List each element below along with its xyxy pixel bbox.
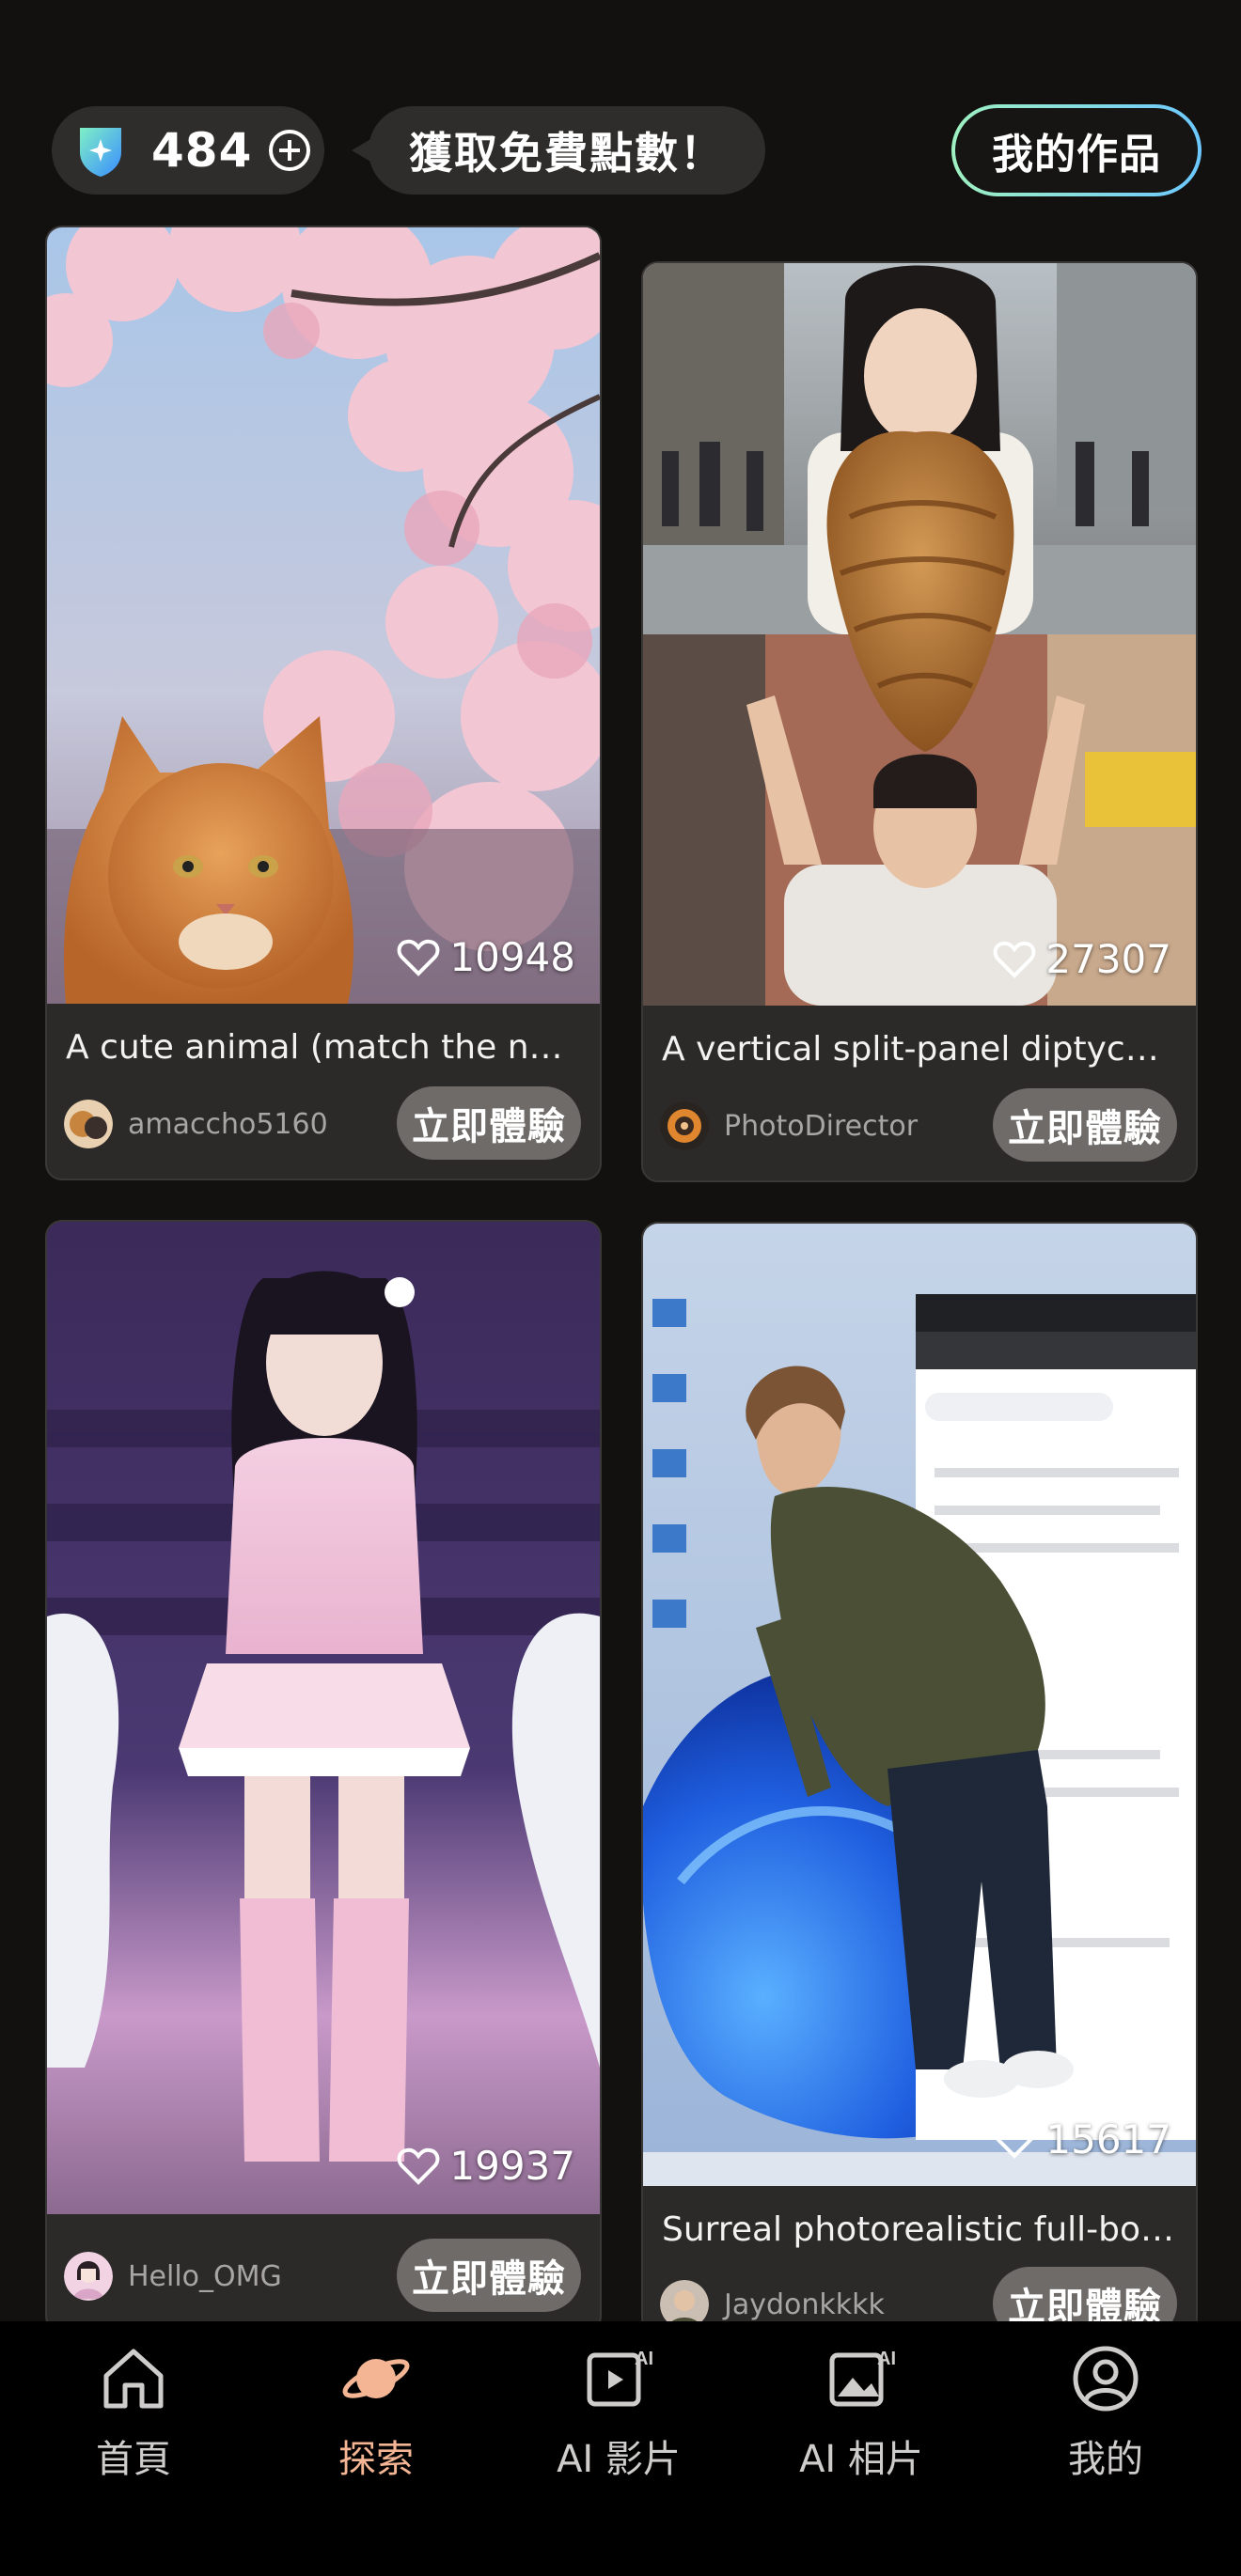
svg-text:AI: AI — [877, 2349, 896, 2369]
template-image — [643, 1224, 1196, 2186]
like-count-value: 15617 — [1045, 2116, 1171, 2162]
nav-ai-photo[interactable]: AI AI 相片 — [758, 2342, 965, 2502]
like-count[interactable]: 10948 — [397, 934, 575, 980]
add-points-icon[interactable] — [269, 130, 311, 171]
like-count-value: 19937 — [449, 2143, 575, 2189]
like-count-value: 10948 — [449, 934, 575, 980]
points-count: 484 — [151, 123, 253, 178]
template-title: Surreal photorealistic full-bod... — [662, 2210, 1177, 2249]
nav-label: 探索 — [338, 2438, 414, 2481]
heart-icon — [397, 2147, 440, 2185]
template-image — [47, 227, 600, 1004]
avatar — [64, 1100, 113, 1148]
top-bar: 484 獲取免費點數！ 我的作品 — [0, 0, 1241, 221]
nav-explore[interactable]: 探索 — [273, 2342, 479, 2502]
author[interactable]: amaccho5160 — [64, 1100, 328, 1148]
try-now-button[interactable]: 立即體驗 — [397, 1086, 581, 1160]
template-image — [643, 263, 1196, 1006]
avatar — [64, 2252, 113, 2301]
heart-icon — [397, 939, 440, 976]
heart-icon — [993, 2121, 1036, 2159]
like-count[interactable]: 15617 — [993, 2116, 1171, 2162]
author-name: Jaydonkkkk — [724, 2287, 885, 2321]
planet-icon — [342, 2359, 410, 2398]
try-now-button[interactable]: 立即體驗 — [397, 2239, 581, 2312]
template-card[interactable]: 27307 A vertical split-panel diptych c..… — [641, 261, 1198, 1182]
template-image — [47, 1222, 600, 2214]
svg-text:AI: AI — [635, 2349, 653, 2369]
profile-icon — [1073, 2346, 1139, 2412]
heart-icon — [993, 941, 1036, 978]
nav-label: AI 相片 — [799, 2438, 923, 2481]
points-balance[interactable]: 484 — [52, 106, 324, 195]
credits-shield-icon — [80, 128, 121, 177]
nav-label: 我的 — [1068, 2438, 1143, 2481]
nav-home[interactable]: 首頁 — [30, 2342, 237, 2502]
free-points-banner[interactable]: 獲取免費點數！ — [352, 106, 765, 195]
my-works-button[interactable]: 我的作品 — [951, 104, 1202, 196]
template-title: A cute animal (match the num... — [66, 1028, 581, 1067]
ai-photo-icon: AI — [829, 2349, 896, 2407]
author-name: amaccho5160 — [128, 1107, 328, 1141]
like-count-value: 27307 — [1045, 936, 1171, 982]
avatar — [660, 1101, 709, 1150]
nav-label: 首頁 — [96, 2438, 171, 2481]
author[interactable]: Hello_OMG — [64, 2252, 282, 2301]
try-now-button[interactable]: 立即體驗 — [993, 1088, 1177, 1162]
nav-label: AI 影片 — [557, 2438, 681, 2481]
author-name: Hello_OMG — [128, 2259, 282, 2293]
template-title: A vertical split-panel diptych c... — [662, 1030, 1177, 1069]
home-icon — [103, 2349, 164, 2409]
template-card[interactable]: 10948 A cute animal (match the num... am… — [45, 226, 602, 1180]
nav-profile[interactable]: 我的 — [1002, 2342, 1209, 2502]
template-card[interactable]: 15617 Surreal photorealistic full-bod...… — [641, 1222, 1198, 2334]
nav-ai-video[interactable]: AI AI 影片 — [515, 2342, 722, 2502]
template-card[interactable]: 19937 Hello_OMG 立即體驗 — [45, 1220, 602, 2333]
my-works-label: 我的作品 — [955, 108, 1198, 193]
bottom-navigation: 首頁 探索 AI AI 影片 AI AI 相片 我的 — [0, 2321, 1241, 2576]
like-count[interactable]: 19937 — [397, 2143, 575, 2189]
author[interactable]: PhotoDirector — [660, 1101, 918, 1150]
author-name: PhotoDirector — [724, 1109, 919, 1143]
like-count[interactable]: 27307 — [993, 936, 1171, 982]
ai-video-icon: AI — [587, 2349, 653, 2407]
